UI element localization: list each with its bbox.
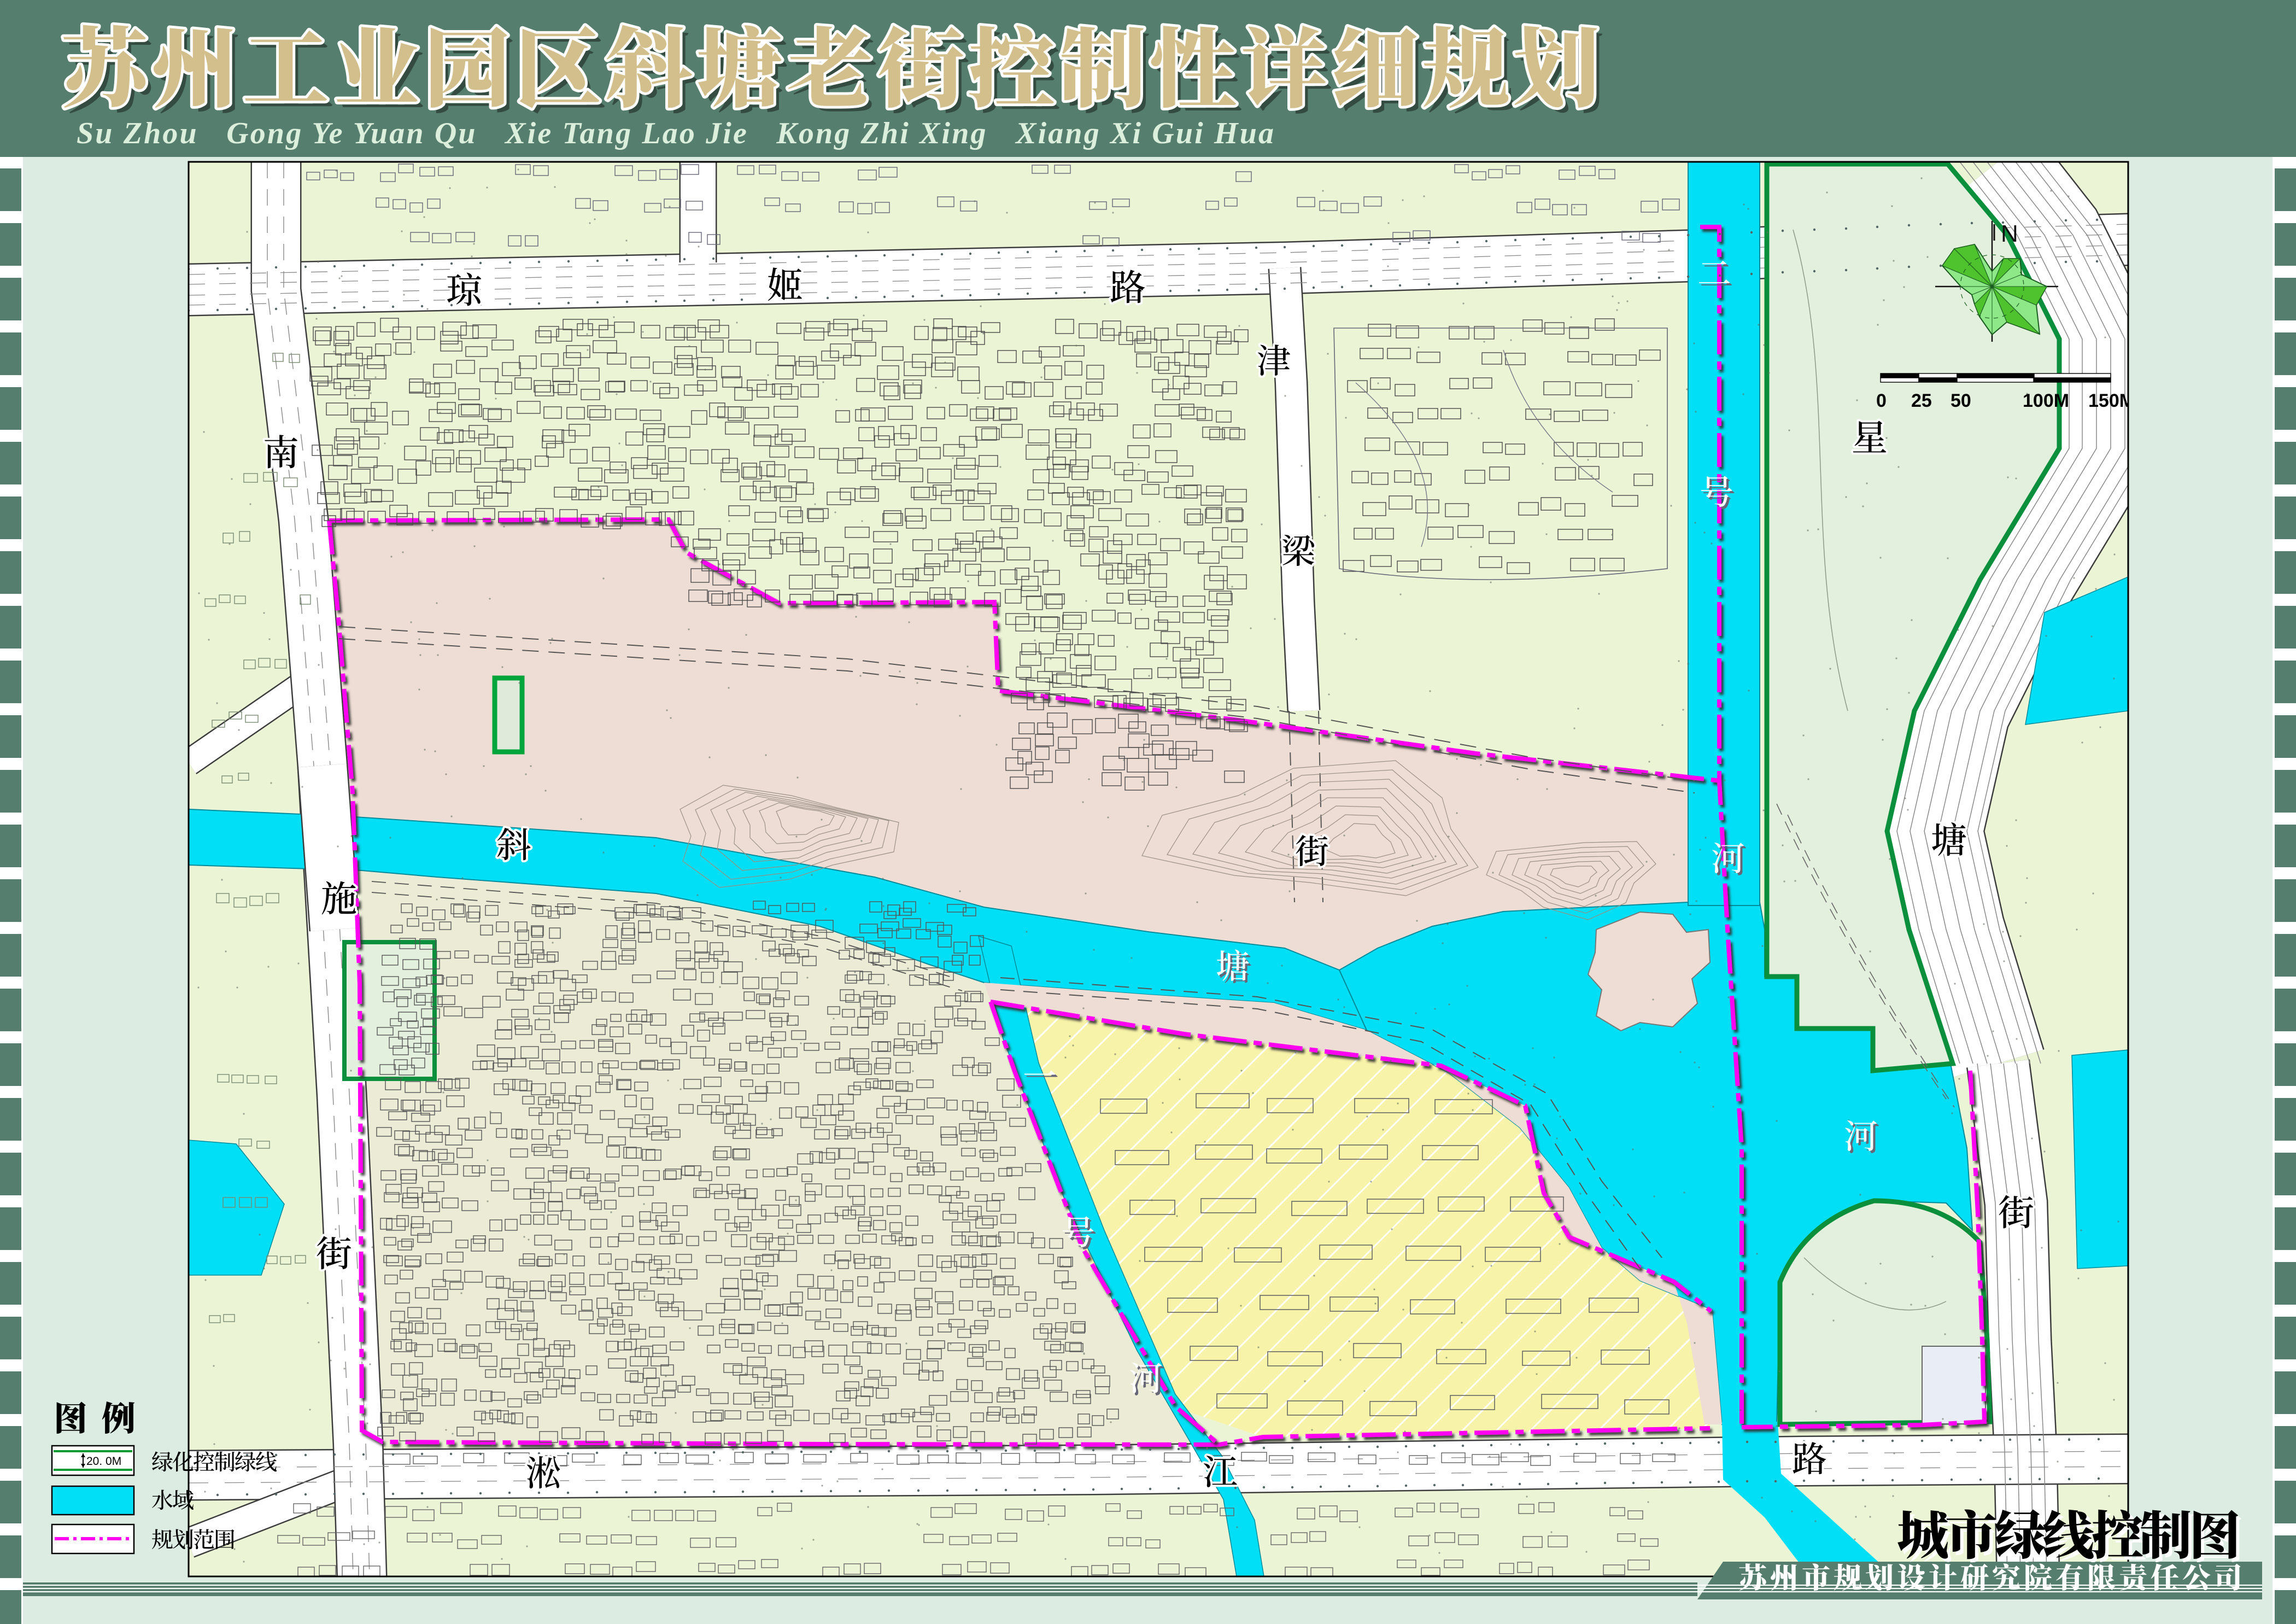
svg-text:N: N: [2001, 220, 2018, 247]
svg-text:Su Zhou Gong Ye Yuan Qu Xi: Su Zhou Gong Ye Yuan Qu Xie Tang Lao Jie…: [77, 116, 1274, 150]
svg-text:20. 0M: 20. 0M: [86, 1455, 121, 1468]
svg-text:100M: 100M: [2023, 390, 2069, 411]
svg-text:50: 50: [1951, 390, 1971, 411]
svg-text:0: 0: [1876, 390, 1887, 411]
svg-text:25: 25: [1911, 390, 1932, 411]
